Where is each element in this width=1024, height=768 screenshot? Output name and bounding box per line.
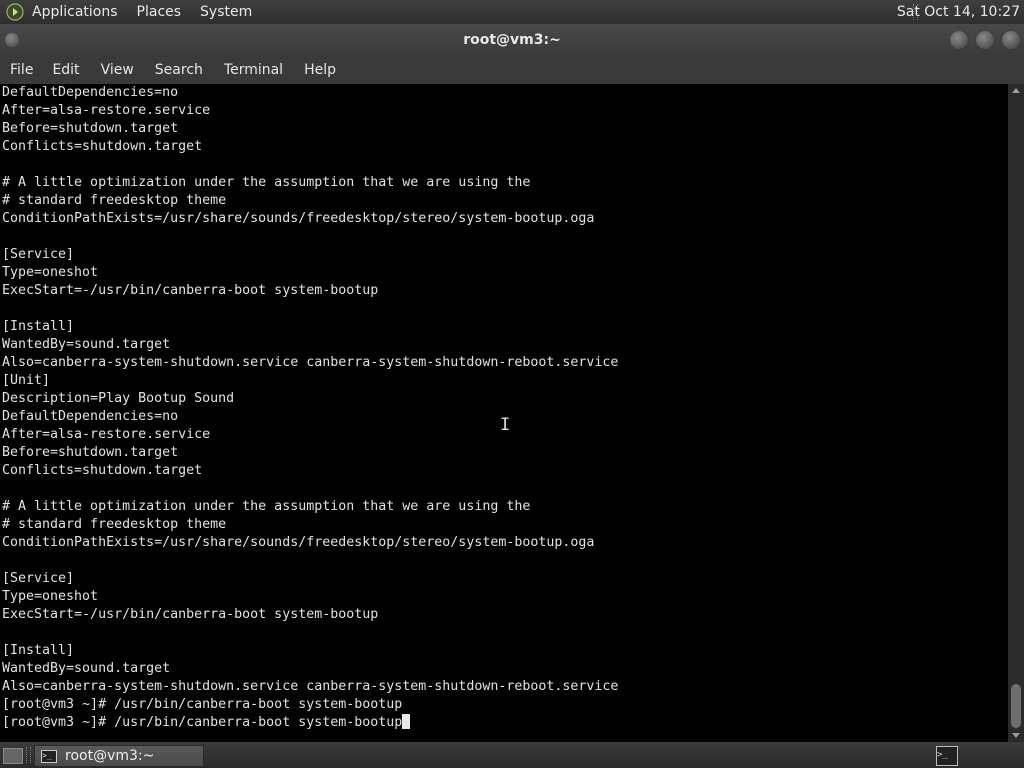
terminal-line: # A little optimization under the assump… <box>2 175 531 190</box>
scroll-up-arrow-icon[interactable] <box>1012 88 1020 93</box>
menu-places[interactable]: Places <box>137 4 182 20</box>
top-panel: Applications Places System Sat Oct 14, 1… <box>0 0 1024 24</box>
terminal-line: Description=Play Bootup Sound <box>2 391 235 406</box>
applications-icon[interactable] <box>6 3 24 21</box>
terminal-line: [Install] <box>2 319 75 334</box>
terminal-line: # standard freedesktop theme <box>2 517 227 532</box>
terminal-line: [Service] <box>2 247 75 262</box>
menu-applications[interactable]: Applications <box>32 4 118 20</box>
terminal-output[interactable]: DefaultDependencies=no After=alsa-restor… <box>0 84 1008 742</box>
window-menu-button[interactable] <box>5 33 19 47</box>
terminal-icon: >_ <box>41 749 57 763</box>
text-cursor <box>402 714 411 729</box>
terminal-line: Before=shutdown.target <box>2 445 179 460</box>
terminal-line: WantedBy=sound.target <box>2 337 171 352</box>
terminal-line: [Service] <box>2 571 75 586</box>
menu-search[interactable]: Search <box>155 62 203 78</box>
ibeam-cursor-icon: I <box>500 415 511 435</box>
taskbar-label: root@vm3:~ <box>65 748 155 764</box>
terminal-line: [Install] <box>2 643 75 658</box>
terminal-line: ConditionPathExists=/usr/share/sounds/fr… <box>2 211 595 226</box>
terminal-text[interactable]: DefaultDependencies=no After=alsa-restor… <box>0 84 1008 732</box>
terminal-line: ExecStart=-/usr/bin/canberra-boot system… <box>2 607 379 622</box>
terminal-line: WantedBy=sound.target <box>2 661 171 676</box>
panel-handle <box>26 747 31 763</box>
menu-view[interactable]: View <box>101 62 134 78</box>
workspace-terminal-icon[interactable]: >_ <box>936 746 958 766</box>
terminal-prompt-line[interactable]: [root@vm3 ~]# /usr/bin/canberra-boot sys… <box>2 715 402 730</box>
clock[interactable]: Sat Oct 14, 10:27 <box>897 4 1020 20</box>
terminal-line: Also=canberra-system-shutdown.service ca… <box>2 355 619 370</box>
menu-edit[interactable]: Edit <box>52 62 79 78</box>
taskbar-button-terminal[interactable]: >_ root@vm3:~ <box>34 745 204 767</box>
terminal-line: ConditionPathExists=/usr/share/sounds/fr… <box>2 535 595 550</box>
close-button[interactable] <box>1002 31 1020 49</box>
menu-system[interactable]: System <box>200 4 252 20</box>
terminal-line: Before=shutdown.target <box>2 121 179 136</box>
terminal-line: Conflicts=shutdown.target <box>2 139 203 154</box>
terminal-line: # A little optimization under the assump… <box>2 499 531 514</box>
scroll-down-arrow-icon[interactable] <box>1012 733 1020 738</box>
terminal-line: DefaultDependencies=no <box>2 85 179 100</box>
menu-file[interactable]: File <box>10 62 33 78</box>
menu-terminal[interactable]: Terminal <box>224 62 283 78</box>
bottom-panel: >_ root@vm3:~ >_ <box>0 742 1024 768</box>
menu-help[interactable]: Help <box>304 62 336 78</box>
show-desktop-icon[interactable] <box>3 748 23 764</box>
terminal-line: DefaultDependencies=no <box>2 409 179 424</box>
terminal-line: After=alsa-restore.service <box>2 427 211 442</box>
terminal-line: # standard freedesktop theme <box>2 193 227 208</box>
menubar: File Edit View Search Terminal Help <box>0 56 1024 84</box>
terminal-line: ExecStart=-/usr/bin/canberra-boot system… <box>2 283 379 298</box>
terminal-line: [root@vm3 ~]# /usr/bin/canberra-boot sys… <box>2 697 403 712</box>
window-titlebar[interactable]: root@vm3:~ <box>0 24 1024 56</box>
terminal-line: Also=canberra-system-shutdown.service ca… <box>2 679 619 694</box>
terminal-line: Type=oneshot <box>2 265 99 280</box>
terminal-line: Type=oneshot <box>2 589 99 604</box>
minimize-button[interactable] <box>950 31 968 49</box>
maximize-button[interactable] <box>976 31 994 49</box>
terminal-line: After=alsa-restore.service <box>2 103 211 118</box>
terminal-line: [Unit] <box>2 373 51 388</box>
terminal-line: Conflicts=shutdown.target <box>2 463 203 478</box>
terminal-scrollbar[interactable] <box>1008 84 1024 742</box>
scrollbar-thumb[interactable] <box>1011 684 1021 728</box>
window-title: root@vm3:~ <box>463 32 561 48</box>
